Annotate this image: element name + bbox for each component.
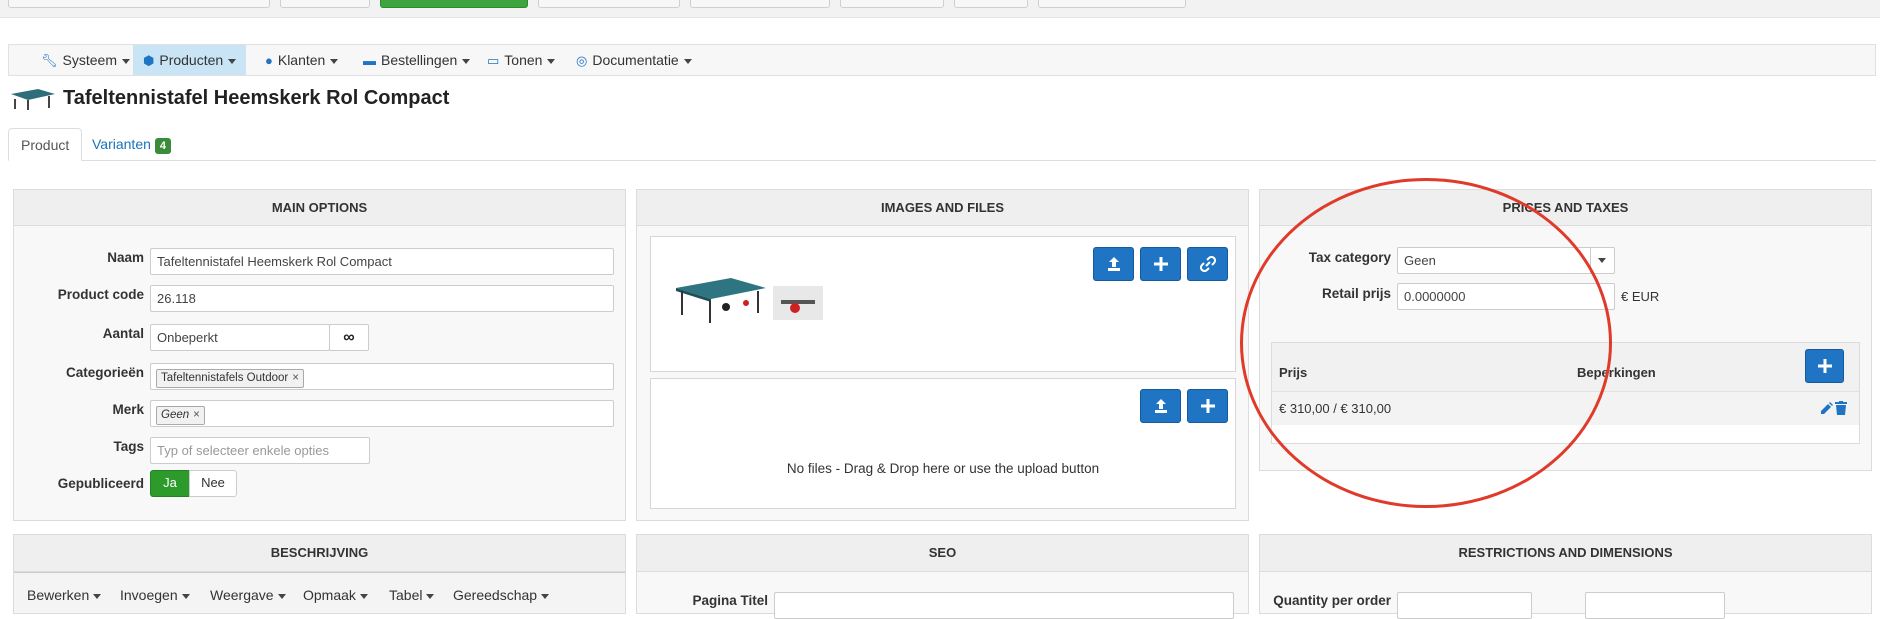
add-price-button[interactable] [1805,349,1844,383]
link-image-button[interactable] [1187,247,1228,281]
upload-icon [1154,399,1167,413]
add-file-button[interactable] [1187,389,1228,423]
tax-category-select[interactable]: Geen [1397,247,1615,274]
infinity-icon: ∞ [343,329,355,346]
infinity-button[interactable]: ∞ [329,324,369,351]
merk-label: Merk [112,402,144,417]
published-yes-button[interactable]: Ja [150,470,190,497]
plus-icon [1153,257,1168,271]
published-no-button[interactable]: Nee [189,470,237,497]
restrictions-panel: RESTRICTIONS AND DIMENSIONS Quantity per… [1259,534,1872,619]
categorieen-label: Categorieën [65,365,144,380]
merk-tag: Geen × [156,406,205,425]
upload-image-button[interactable] [1093,247,1134,281]
user-icon: ● [265,53,273,68]
gepubliceerd-label: Gepubliceerd [57,476,144,491]
top-toolbar [0,0,1880,18]
product-code-label: Product code [57,287,144,302]
toolbar-button[interactable] [280,0,370,8]
seo-panel: SEO Pagina Titel [636,534,1249,619]
chevron-down-icon [1590,248,1614,273]
save-button[interactable] [380,0,528,8]
beschrijving-panel: BESCHRIJVING Bewerken Invoegen Weergave … [13,534,626,614]
monitor-icon: ▭ [487,53,500,68]
col-beperkingen: Beperkingen [1577,365,1656,380]
merk-select[interactable]: Geen × [150,400,614,427]
category-tag: Tafeltennistafels Outdoor × [156,369,304,388]
file-dropzone[interactable]: No files - Drag & Drop here or use the u… [650,378,1236,509]
menu-item-documentatie[interactable]: ◎ Documentatie [566,45,702,75]
naam-input[interactable]: Tafeltennistafel Heemskerk Rol Compact [150,248,614,275]
seo-title-input[interactable] [774,592,1234,619]
images-files-panel: IMAGES AND FILES No files - Drag & Drop … [636,189,1249,521]
menu-item-systeem[interactable]: 🔧︎ Systeem [31,45,140,75]
no-files-message: No files - Drag & Drop here or use the u… [786,461,1100,476]
remove-tag-icon[interactable]: × [292,372,299,384]
currency-label: € EUR [1621,289,1660,304]
table-header: Prijs Beperkingen [1272,343,1859,391]
upload-icon [1107,257,1120,271]
tab-product[interactable]: Product [8,128,83,161]
product-thumbnail [11,89,55,110]
toolbar-button[interactable] [8,0,270,8]
remove-tag-icon[interactable]: × [193,409,200,421]
plus-icon [1817,359,1832,373]
menu-item-bestellingen[interactable]: ▬ Bestellingen [353,45,480,75]
retail-prijs-input[interactable]: 0.0000000 [1397,283,1615,310]
toolbar-button[interactable] [840,0,944,8]
toolbar-button[interactable] [1038,0,1186,8]
tags-input[interactable]: Typ of selecteer enkele opties [150,437,370,464]
image-dropzone[interactable] [650,236,1236,372]
main-options-panel: MAIN OPTIONS Naam Tafeltennistafel Heems… [13,189,626,521]
tax-category-label: Tax category [1308,250,1391,265]
price-value: € 310,00 / € 310,00 [1279,401,1392,416]
count-badge: 4 [154,138,172,154]
plus-icon [1200,399,1215,413]
add-image-button[interactable] [1140,247,1181,281]
panel-heading: SEO [637,535,1248,572]
menu-item-producten[interactable]: ⬢ Producten [133,45,247,75]
editor-toolbar: Bewerken Invoegen Weergave Opmaak Tabel … [14,572,625,612]
link-icon [1199,256,1216,272]
panel-heading: PRICES AND TAXES [1260,190,1871,226]
categorieen-select[interactable]: Tafeltennistafels Outdoor × [150,363,614,390]
lifebuoy-icon: ◎ [576,53,588,68]
credit-card-icon: ▬ [363,53,376,68]
tags-label: Tags [113,439,144,454]
aantal-label: Aantal [102,326,144,341]
cubes-icon: ⬢ [143,53,155,68]
panel-heading: IMAGES AND FILES [637,190,1248,226]
edit-icon[interactable] [1820,402,1833,415]
page-title: Tafeltennistafel Heemskerk Rol Compact [63,87,450,109]
toolbar-button[interactable] [538,0,680,8]
product-image-2[interactable] [773,286,823,320]
tab-divider [8,160,1876,161]
panel-heading: MAIN OPTIONS [14,190,625,226]
panel-heading: RESTRICTIONS AND DIMENSIONS [1260,535,1871,572]
naam-label: Naam [107,250,144,265]
trash-icon[interactable] [1835,401,1847,415]
quantity-max-input[interactable] [1585,592,1725,619]
prices-taxes-panel: PRICES AND TAXES Tax category Geen Retai… [1259,189,1872,471]
price-rules-table: Prijs Beperkingen € 310,00 / € 310,00 [1271,342,1860,444]
menu-item-klanten[interactable]: ● Klanten [255,45,348,75]
upload-file-button[interactable] [1140,389,1181,423]
aantal-input[interactable]: Onbeperkt [150,324,330,351]
quantity-min-input[interactable] [1397,592,1532,619]
toolbar-button[interactable] [690,0,830,8]
toolbar-button[interactable] [954,0,1028,8]
product-image-1[interactable] [671,273,771,327]
col-prijs: Prijs [1279,365,1308,380]
product-code-input[interactable]: 26.118 [150,285,614,312]
menu-item-tonen[interactable]: ▭ Tonen [477,45,565,75]
admin-menu: 🔧︎ Systeem ⬢ Producten ● Klanten ▬ Bestellin… [8,44,1876,76]
wrench-icon: 🔧︎ [41,53,58,68]
tab-varianten[interactable]: Varianten 4 [80,128,183,161]
table-row[interactable]: € 310,00 / € 310,00 [1272,391,1859,425]
panel-heading: BESCHRIJVING [14,535,625,572]
retail-prijs-label: Retail prijs [1321,286,1391,301]
